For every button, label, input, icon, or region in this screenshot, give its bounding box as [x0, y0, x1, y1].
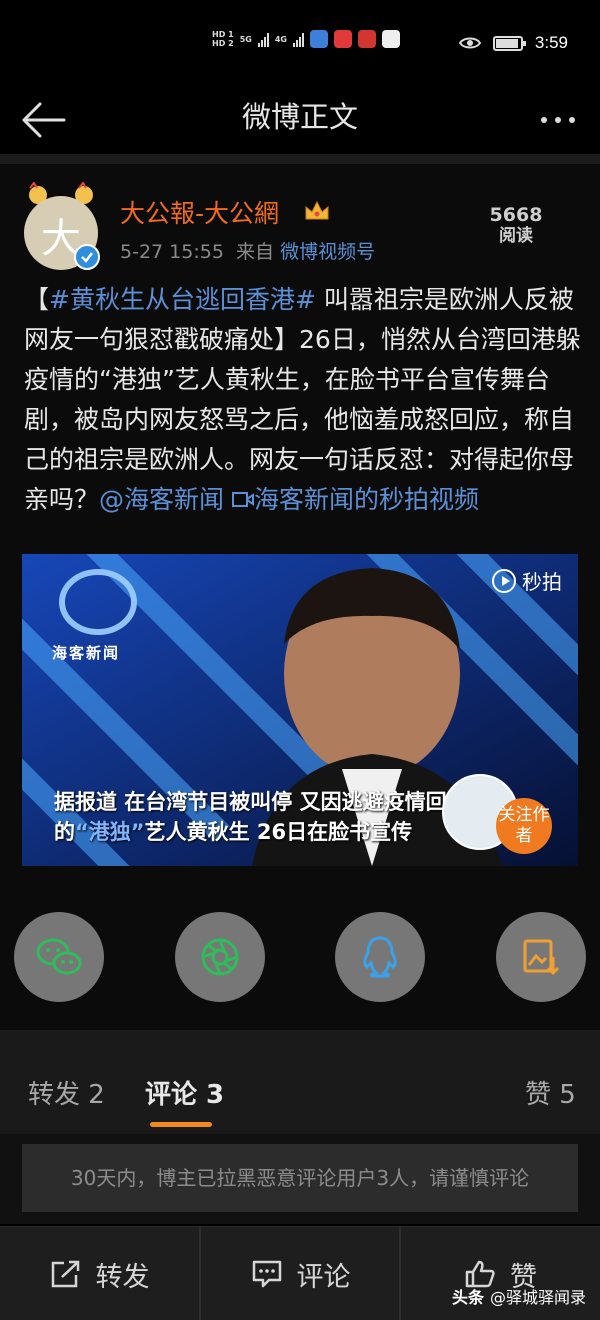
- video-player[interactable]: 海客新闻 秒拍 据报道 在台湾节目被叫停 又因逃避疫情回港 的“港独”艺人黄秋生…: [22, 554, 578, 866]
- moments-icon: [201, 938, 239, 976]
- status-bar: HD 1 HD 2 5G 4G 3:59: [0, 0, 600, 88]
- author-name[interactable]: 大公報-大公網: [120, 194, 279, 230]
- book-app-icon: [357, 30, 376, 48]
- bottom-action-bar: 转发 评论 赞 头条 @驿城驿闻录: [0, 1226, 600, 1320]
- read-count: 5668 阅读: [478, 204, 554, 246]
- tab-like[interactable]: 赞 5: [525, 1074, 576, 1111]
- divider: [0, 154, 600, 164]
- battery-icon: [492, 35, 526, 51]
- post-date: 5-27 15:55: [120, 241, 224, 263]
- toutiao-logo: 头条: [451, 1288, 484, 1307]
- status-icons: HD 1 HD 2 5G 4G: [212, 30, 400, 48]
- eye-icon: [458, 37, 481, 49]
- share-moments-button[interactable]: [175, 912, 265, 1002]
- page-title: 微博正文: [241, 100, 358, 134]
- hd-indicator: HD 1 HD 2: [212, 30, 234, 48]
- tab-repost[interactable]: 转发 2: [28, 1074, 105, 1111]
- app-notification-icon: [333, 30, 352, 48]
- caption-pre: 的: [54, 820, 75, 844]
- qq-icon: [363, 936, 397, 978]
- verified-badge-icon: [74, 244, 100, 270]
- post-card: 大 大公報-大公網 5-27 15:55 来自 微博视频号 5668 阅读 【#…: [0, 164, 600, 1030]
- repost-icon: [51, 1260, 79, 1288]
- repost-button[interactable]: 转发: [0, 1227, 199, 1320]
- wechat-icon: [36, 938, 82, 975]
- tab-comment[interactable]: 评论 3: [145, 1074, 224, 1111]
- video-link[interactable]: 海客新闻的秒拍视频: [231, 485, 479, 514]
- post-source-link[interactable]: 微博视频号: [280, 241, 375, 263]
- more-dot-icon: [555, 117, 561, 123]
- hms-icon: [381, 30, 400, 48]
- share-qq-button[interactable]: [335, 912, 425, 1002]
- more-dot-icon: [569, 117, 575, 123]
- app-notification-icon: [309, 30, 328, 48]
- clock: 3:59: [534, 33, 568, 52]
- hashtag-link[interactable]: #黄秋生从台逃回香港#: [49, 285, 316, 314]
- signal-icon: [257, 31, 269, 47]
- caption-highlight: “港独”: [75, 820, 145, 844]
- more-options-button[interactable]: [534, 102, 582, 138]
- share-wechat-button[interactable]: [14, 912, 104, 1002]
- hd1-label: HD 1: [212, 30, 234, 39]
- save-image-icon: [523, 939, 560, 976]
- repost-label: 转发: [95, 1261, 150, 1293]
- post-text: 【#黄秋生从台逃回香港# 叫嚣祖宗是欧洲人反被网友一句狠怼戳破痛处】26日，悄然…: [24, 280, 584, 520]
- source-prefix: 来自: [236, 241, 275, 263]
- more-dot-icon: [541, 117, 547, 123]
- signal-icon-2: [292, 31, 304, 47]
- video-icon: [231, 492, 254, 507]
- post-body: 叫嚣祖宗是欧洲人反被网友一句狠怼戳破痛处】26日，悄然从台湾回港躲疫情的“港独”…: [24, 285, 581, 514]
- status-right: 3:59: [458, 33, 568, 53]
- comment-icon: [252, 1260, 281, 1288]
- read-count-number: 5668: [489, 204, 543, 226]
- mention-link[interactable]: @海客新闻: [99, 485, 224, 514]
- comment-notice: 30天内，博主已拉黑恶意评论用户3人，请谨慎评论: [22, 1144, 578, 1212]
- read-count-label: 阅读: [499, 226, 533, 246]
- play-circle-icon: [492, 568, 516, 593]
- bracket-open: 【: [24, 285, 50, 314]
- comment-button[interactable]: 评论: [201, 1227, 400, 1320]
- notice-area: 30天内，博主已拉黑恶意评论用户3人，请谨慎评论: [0, 1134, 600, 1224]
- post-meta: 5-27 15:55 来自 微博视频号: [120, 237, 375, 264]
- active-tab-indicator: [150, 1122, 212, 1127]
- post-tabs: 转发 2 评论 3 赞 5: [0, 1030, 600, 1134]
- author-avatar[interactable]: 大: [22, 182, 102, 270]
- save-image-button[interactable]: [496, 912, 586, 1002]
- miaopai-label: 秒拍: [522, 570, 562, 594]
- toutiao-watermark: 头条 @驿城驿闻录: [452, 1284, 586, 1308]
- battery-fill: [495, 38, 518, 48]
- network-5g-label: 5G: [239, 34, 252, 44]
- video-link-label: 海客新闻的秒拍视频: [253, 485, 479, 514]
- network-4g-label: 4G: [274, 34, 287, 44]
- crown-icon: [305, 200, 329, 220]
- hd2-label: HD 2: [212, 39, 234, 48]
- share-row: [0, 912, 600, 1004]
- comment-label: 评论: [296, 1261, 351, 1293]
- nav-bar: 微博正文: [0, 88, 600, 154]
- miaopai-badge: 秒拍: [492, 566, 562, 595]
- watermark-account: @驿城驿闻录: [489, 1288, 586, 1307]
- caption-post: 艺人黄秋生 26日在脸书宣传: [144, 820, 413, 844]
- video-logo-text: 海客新闻: [52, 644, 121, 662]
- follow-author-button[interactable]: 关注作者: [496, 798, 552, 854]
